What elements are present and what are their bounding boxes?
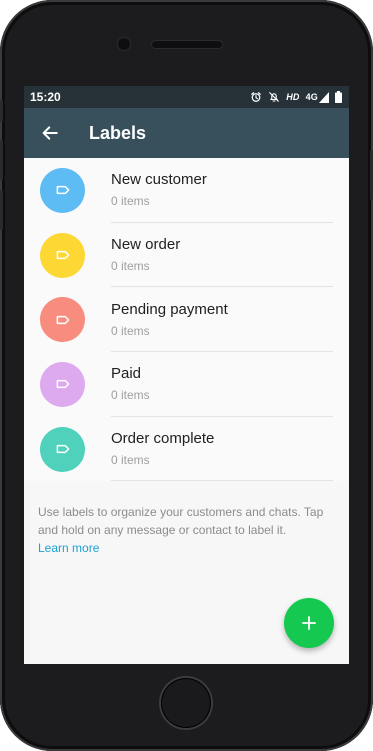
label-text: Pending payment 0 items <box>111 287 333 353</box>
label-count: 0 items <box>111 194 150 209</box>
volume-down-button <box>0 190 3 230</box>
network-type: 4G <box>305 92 318 102</box>
label-item[interactable]: Order complete 0 items <box>24 417 349 482</box>
label-item[interactable]: Paid 0 items <box>24 352 349 417</box>
phone-frame: 15:20 HD 4G Labels New customer 0 items … <box>0 0 373 751</box>
label-count: 0 items <box>111 453 150 468</box>
label-item[interactable]: New customer 0 items <box>24 158 349 223</box>
label-text: New customer 0 items <box>111 158 333 223</box>
volume-up-button <box>0 140 3 180</box>
label-avatar <box>40 361 85 407</box>
label-text: New order 0 items <box>111 223 333 288</box>
label-avatar-wrap <box>24 158 111 223</box>
front-camera <box>118 38 130 50</box>
label-avatar-wrap <box>24 417 111 482</box>
label-name: Paid <box>111 365 142 383</box>
label-avatar <box>40 426 85 472</box>
label-name: New order <box>111 236 181 254</box>
label-count: 0 items <box>111 259 150 274</box>
notifications-off-icon <box>269 92 280 102</box>
status-icons: HD 4G <box>250 91 342 103</box>
label-tag-icon <box>56 250 69 260</box>
page-title: Labels <box>89 122 147 143</box>
status-time: 15:20 <box>30 90 61 104</box>
arrow-back-icon <box>42 126 58 140</box>
label-avatar <box>40 297 85 343</box>
label-count: 0 items <box>111 388 150 403</box>
network-type-indicator: 4G <box>305 91 329 103</box>
labels-info: Use labels to organize your customers an… <box>24 481 349 557</box>
label-name: New customer <box>111 171 207 189</box>
label-item[interactable]: New order 0 items <box>24 223 349 288</box>
hd-indicator: HD <box>286 92 300 102</box>
label-avatar-wrap <box>24 352 111 417</box>
info-text: Use labels to organize your customers an… <box>38 505 324 538</box>
label-avatar-wrap <box>24 287 111 352</box>
screen: 15:20 HD 4G Labels New customer 0 items … <box>24 86 349 664</box>
label-avatar <box>40 167 85 213</box>
label-name: Pending payment <box>111 300 228 318</box>
label-text: Order complete 0 items <box>111 417 333 482</box>
battery-icon <box>335 91 342 103</box>
home-button[interactable] <box>161 678 211 728</box>
label-tag-icon <box>56 315 69 324</box>
label-tag-icon <box>56 444 69 454</box>
label-name: Order complete <box>111 430 215 448</box>
learn-more-link[interactable]: Learn more <box>38 541 99 555</box>
signal-icon <box>319 91 329 103</box>
plus-icon <box>302 616 316 630</box>
status-bar: 15:20 HD 4G <box>24 86 349 108</box>
app-bar: Labels <box>24 108 349 158</box>
label-tag-icon <box>56 186 69 195</box>
label-text: Paid 0 items <box>111 352 333 417</box>
alarm-icon <box>251 92 262 102</box>
earpiece-speaker <box>152 41 222 48</box>
labels-list: New customer 0 items New order 0 items P… <box>24 158 349 482</box>
label-item[interactable]: Pending payment 0 items <box>24 287 349 353</box>
back-button[interactable] <box>40 123 60 143</box>
label-avatar <box>40 232 85 278</box>
label-count: 0 items <box>111 323 150 338</box>
mute-switch <box>0 100 3 122</box>
label-tag-icon <box>56 380 69 389</box>
add-label-button[interactable] <box>284 598 334 648</box>
label-avatar-wrap <box>24 223 111 288</box>
